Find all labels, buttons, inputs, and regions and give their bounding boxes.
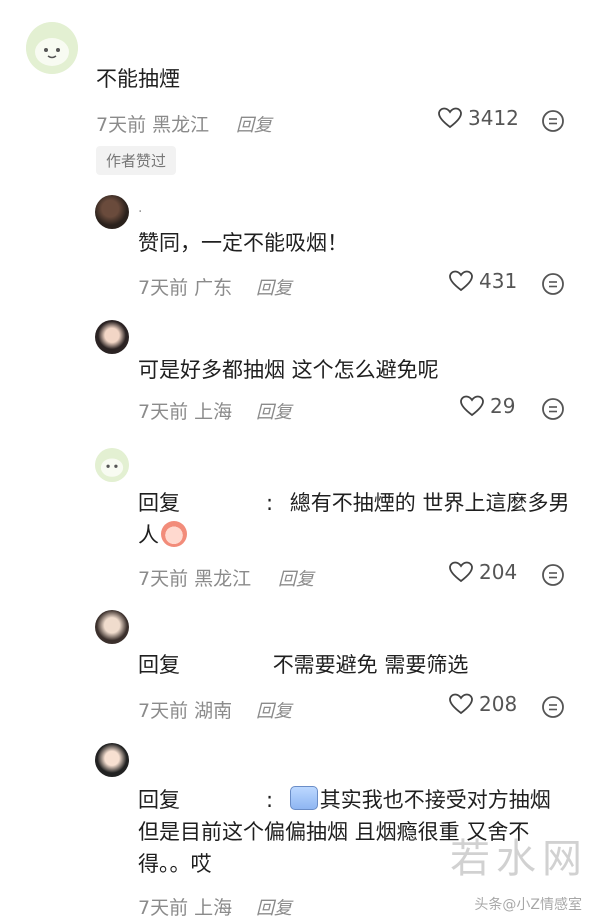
- like-button[interactable]: 431: [449, 269, 517, 293]
- time-label: 7天前: [96, 114, 147, 136]
- location-label: 湖南: [194, 700, 233, 722]
- reply-prefix: 回复: [138, 788, 180, 812]
- reply-prefix: 回复: [138, 653, 180, 677]
- comment-text: 回复: 總有不抽煙的 世界上這麼多男: [138, 488, 569, 518]
- heart-icon: [460, 395, 484, 417]
- comment-text-line: 不需要避免 需要筛选: [272, 653, 469, 677]
- avatar[interactable]: [95, 195, 129, 229]
- location-label: 上海: [194, 897, 233, 919]
- like-count: 431: [479, 269, 518, 293]
- comment-text: 可是好多都抽烟 这个怎么避免呢: [138, 358, 439, 382]
- location-label: 上海: [194, 401, 233, 423]
- emoji-reaction-icon[interactable]: [541, 695, 565, 719]
- like-button[interactable]: 204: [449, 560, 517, 584]
- time-label: 7天前: [138, 401, 189, 423]
- author-liked-badge: 作者赞过: [96, 146, 177, 175]
- location-label: 黑龙江: [194, 568, 252, 590]
- like-count: 29: [490, 394, 516, 418]
- like-button[interactable]: 29: [460, 394, 515, 418]
- peach-emoji-icon: [161, 521, 187, 547]
- time-label: 7天前: [138, 897, 189, 919]
- comment-text-line: 總有不抽煙的 世界上這麼多男: [289, 491, 570, 515]
- comment-time: 7天前 湖南: [138, 696, 232, 723]
- emoji-reaction-icon[interactable]: [541, 563, 565, 587]
- heart-icon: [449, 561, 473, 583]
- comment-time: 7天前 黑龙江: [138, 564, 251, 591]
- comment-time: 7天前 黑龙江: [96, 110, 209, 137]
- like-button[interactable]: 208: [449, 692, 517, 716]
- comment-text-continuation: 得。。哎: [138, 849, 212, 879]
- comment-time: 7天前 广东: [138, 273, 232, 300]
- heart-icon: [449, 693, 473, 715]
- reply-prefix: 回复: [138, 491, 180, 515]
- colon: :: [266, 491, 274, 515]
- reply-button[interactable]: 回复: [256, 894, 292, 920]
- comment-text: 回复 不需要避免 需要筛选: [138, 650, 468, 680]
- like-button[interactable]: 3412: [438, 106, 519, 130]
- like-count: 204: [479, 560, 518, 584]
- cartoon-avatar-icon: [95, 448, 129, 482]
- comment-text-line: 人: [138, 523, 159, 547]
- watermark: 若水网: [450, 836, 588, 882]
- avatar[interactable]: [95, 610, 129, 644]
- avatar[interactable]: [95, 448, 129, 482]
- reply-button[interactable]: 回复: [236, 111, 272, 137]
- emoji-reaction-icon[interactable]: [541, 272, 565, 296]
- time-label: 7天前: [138, 568, 189, 590]
- reply-button[interactable]: 回复: [256, 398, 292, 424]
- comment-text-line: 得。。哎: [138, 852, 212, 876]
- emoji-reaction-icon[interactable]: [541, 109, 565, 133]
- avatar[interactable]: [95, 743, 129, 777]
- like-count: 3412: [468, 106, 519, 130]
- sticker-emoji-icon: [289, 786, 318, 810]
- comment-text: 回复: 其实我也不接受对方抽烟: [138, 785, 551, 815]
- like-count: 208: [479, 692, 518, 716]
- comment-text: 赞同，一定不能吸烟！: [138, 231, 348, 255]
- location-label: 黑龙江: [152, 114, 210, 136]
- heart-icon: [438, 107, 462, 129]
- emoji-reaction-icon[interactable]: [541, 397, 565, 421]
- time-label: 7天前: [138, 700, 189, 722]
- heart-icon: [449, 270, 473, 292]
- location-label: 广东: [194, 277, 233, 299]
- avatar[interactable]: [95, 320, 129, 354]
- avatar[interactable]: [26, 22, 78, 74]
- reply-button[interactable]: 回复: [278, 565, 314, 591]
- time-label: 7天前: [138, 277, 189, 299]
- comment-text-continuation: 人: [138, 520, 187, 550]
- comment-time: 7天前 上海: [138, 397, 232, 424]
- cartoon-avatar-icon: [26, 22, 78, 74]
- reply-button[interactable]: 回复: [256, 274, 292, 300]
- comment-text: 不能抽煙: [96, 67, 180, 91]
- comment-text-line: 其实我也不接受对方抽烟: [319, 788, 551, 812]
- user-name[interactable]: .: [138, 200, 142, 216]
- source-credit: 头条@小Z情感室: [474, 897, 582, 913]
- reply-button[interactable]: 回复: [256, 697, 292, 723]
- colon: :: [266, 788, 274, 812]
- comment-time: 7天前 上海: [138, 893, 232, 920]
